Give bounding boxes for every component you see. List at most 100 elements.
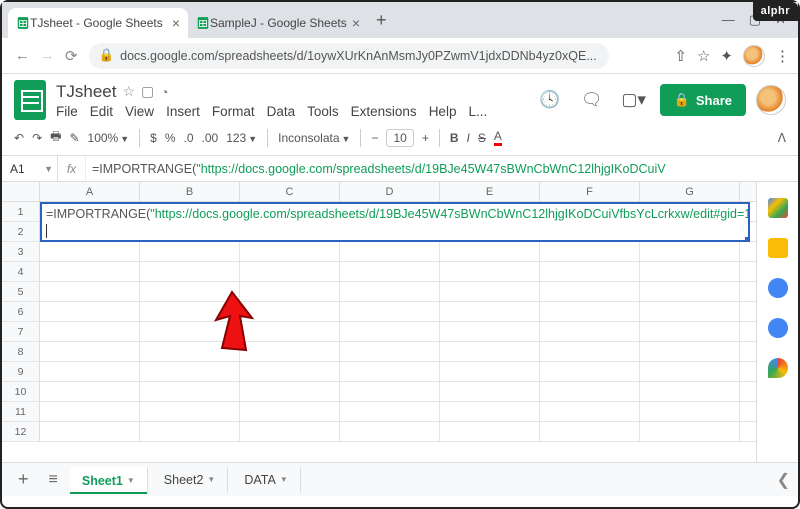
- url-input[interactable]: 🔒 docs.google.com/spreadsheets/d/1oywXUr…: [89, 43, 609, 69]
- dec-more-button[interactable]: .00: [202, 131, 219, 145]
- dec-less-button[interactable]: .0: [184, 131, 194, 145]
- font-size-value[interactable]: 10: [386, 129, 413, 147]
- browser-menu-icon[interactable]: ⋮: [775, 47, 790, 65]
- row-header[interactable]: 7: [2, 322, 40, 341]
- active-cell-editor[interactable]: =IMPORTRANGE("https://docs.google.com/sp…: [40, 202, 750, 242]
- nav-back-icon[interactable]: ←: [15, 47, 30, 64]
- menu-help[interactable]: Help: [429, 104, 457, 119]
- menu-data[interactable]: Data: [267, 104, 296, 119]
- col-header[interactable]: G: [640, 182, 740, 201]
- nav-reload-icon[interactable]: ⟳: [65, 47, 78, 65]
- star-icon[interactable]: ☆: [122, 83, 135, 100]
- strike-button[interactable]: S: [478, 131, 486, 145]
- sheet-tab[interactable]: Sheet2▼: [152, 467, 229, 493]
- undo-icon[interactable]: ↶: [14, 131, 24, 145]
- new-tab-button[interactable]: +: [376, 10, 387, 31]
- tab-close-icon[interactable]: ×: [172, 15, 180, 31]
- cloud-icon[interactable]: ◔: [160, 84, 168, 100]
- row-header[interactable]: 5: [2, 282, 40, 301]
- browser-tab-active[interactable]: TJsheet - Google Sheets ×: [8, 8, 188, 38]
- sheet-tab-label: DATA: [244, 473, 275, 487]
- menu-format[interactable]: Format: [212, 104, 255, 119]
- col-header[interactable]: A: [40, 182, 140, 201]
- row-header[interactable]: 2: [2, 222, 40, 241]
- menu-insert[interactable]: Insert: [166, 104, 200, 119]
- menu-tools[interactable]: Tools: [307, 104, 339, 119]
- percent-button[interactable]: %: [165, 131, 176, 145]
- editor-url: "https://docs.google.com/spreadsheets/d/…: [150, 207, 750, 221]
- currency-button[interactable]: $: [150, 131, 157, 145]
- font-size-inc[interactable]: +: [422, 131, 429, 145]
- formula-fn: =IMPORTRANGE(: [92, 162, 196, 176]
- fill-handle[interactable]: [745, 237, 750, 242]
- calendar-icon[interactable]: [768, 198, 788, 218]
- menu-extensions[interactable]: Extensions: [351, 104, 417, 119]
- menu-edit[interactable]: Edit: [90, 104, 113, 119]
- menu-file[interactable]: File: [56, 104, 78, 119]
- contacts-icon[interactable]: [768, 318, 788, 338]
- browser-tab-inactive[interactable]: SampleJ - Google Sheets ×: [188, 8, 368, 38]
- text-color-button[interactable]: A: [494, 129, 502, 146]
- name-box[interactable]: A1 ▼: [2, 156, 58, 181]
- print-icon[interactable]: 🖶: [50, 127, 61, 148]
- row-header[interactable]: 10: [2, 382, 40, 401]
- bold-button[interactable]: B: [450, 131, 459, 145]
- sheets-favicon: [16, 16, 30, 30]
- redo-icon[interactable]: ↷: [32, 131, 42, 145]
- col-header[interactable]: E: [440, 182, 540, 201]
- sheet-tab[interactable]: Sheet1▼: [70, 466, 148, 494]
- format-select[interactable]: 123▼: [226, 131, 257, 145]
- row-header[interactable]: 12: [2, 422, 40, 441]
- sheets-logo-icon[interactable]: [14, 80, 46, 120]
- doc-title[interactable]: TJsheet: [56, 82, 116, 102]
- spreadsheet-grid[interactable]: A B C D E F G 1 2 3 4 5 6 7 8 9 10 11 12…: [2, 182, 756, 462]
- extension-icon[interactable]: ✦: [720, 47, 733, 65]
- row-header[interactable]: 11: [2, 402, 40, 421]
- bookmark-icon[interactable]: ☆: [697, 47, 710, 65]
- zoom-select[interactable]: 100%▼: [88, 131, 130, 145]
- row-header[interactable]: 3: [2, 242, 40, 261]
- paint-icon[interactable]: ✎: [69, 131, 79, 145]
- explore-icon[interactable]: ❮: [777, 470, 790, 490]
- toolbar-overflow-icon[interactable]: ᐱ: [778, 131, 786, 145]
- share-button[interactable]: 🔒 Share: [660, 84, 746, 116]
- all-sheets-button[interactable]: ≡: [41, 471, 66, 489]
- col-header[interactable]: C: [240, 182, 340, 201]
- sheet-tab-bar: + ≡ Sheet1▼ Sheet2▼ DATA ▼ ❮: [2, 462, 798, 496]
- chevron-down-icon[interactable]: ▼: [280, 475, 288, 484]
- menu-more[interactable]: L...: [468, 104, 487, 119]
- window-minimize[interactable]: —: [722, 12, 735, 28]
- formula-bar[interactable]: =IMPORTRANGE("https://docs.google.com/sp…: [86, 156, 798, 181]
- font-size-dec[interactable]: −: [371, 131, 378, 145]
- site-badge: alphr: [753, 2, 798, 21]
- account-avatar[interactable]: [756, 85, 786, 115]
- add-sheet-button[interactable]: +: [10, 469, 37, 490]
- select-all-corner[interactable]: [2, 182, 40, 201]
- sheet-tab[interactable]: DATA ▼: [232, 467, 300, 493]
- font-select[interactable]: Inconsolata▼: [278, 131, 350, 145]
- keep-icon[interactable]: [768, 238, 788, 258]
- move-icon[interactable]: ▢: [141, 83, 154, 100]
- share-icon[interactable]: ⇧: [674, 47, 687, 65]
- chevron-down-icon[interactable]: ▼: [207, 475, 215, 484]
- row-header[interactable]: 6: [2, 302, 40, 321]
- col-header[interactable]: F: [540, 182, 640, 201]
- col-header[interactable]: B: [140, 182, 240, 201]
- row-header[interactable]: 4: [2, 262, 40, 281]
- nav-forward-icon[interactable]: →: [40, 47, 55, 64]
- chevron-down-icon[interactable]: ▼: [127, 476, 135, 485]
- row-header[interactable]: 8: [2, 342, 40, 361]
- maps-icon[interactable]: [768, 358, 788, 378]
- col-header[interactable]: D: [340, 182, 440, 201]
- row-header[interactable]: 9: [2, 362, 40, 381]
- italic-button[interactable]: I: [467, 131, 470, 145]
- profile-avatar[interactable]: [743, 45, 765, 67]
- tasks-icon[interactable]: [768, 278, 788, 298]
- menu-bar: File Edit View Insert Format Data Tools …: [56, 104, 487, 119]
- row-header[interactable]: 1: [2, 202, 40, 221]
- tab-close-icon[interactable]: ×: [352, 15, 360, 31]
- menu-view[interactable]: View: [125, 104, 154, 119]
- history-icon[interactable]: 🕓: [534, 84, 566, 116]
- comment-icon[interactable]: 🗨: [576, 84, 608, 116]
- meet-icon[interactable]: ▢▾: [618, 84, 650, 116]
